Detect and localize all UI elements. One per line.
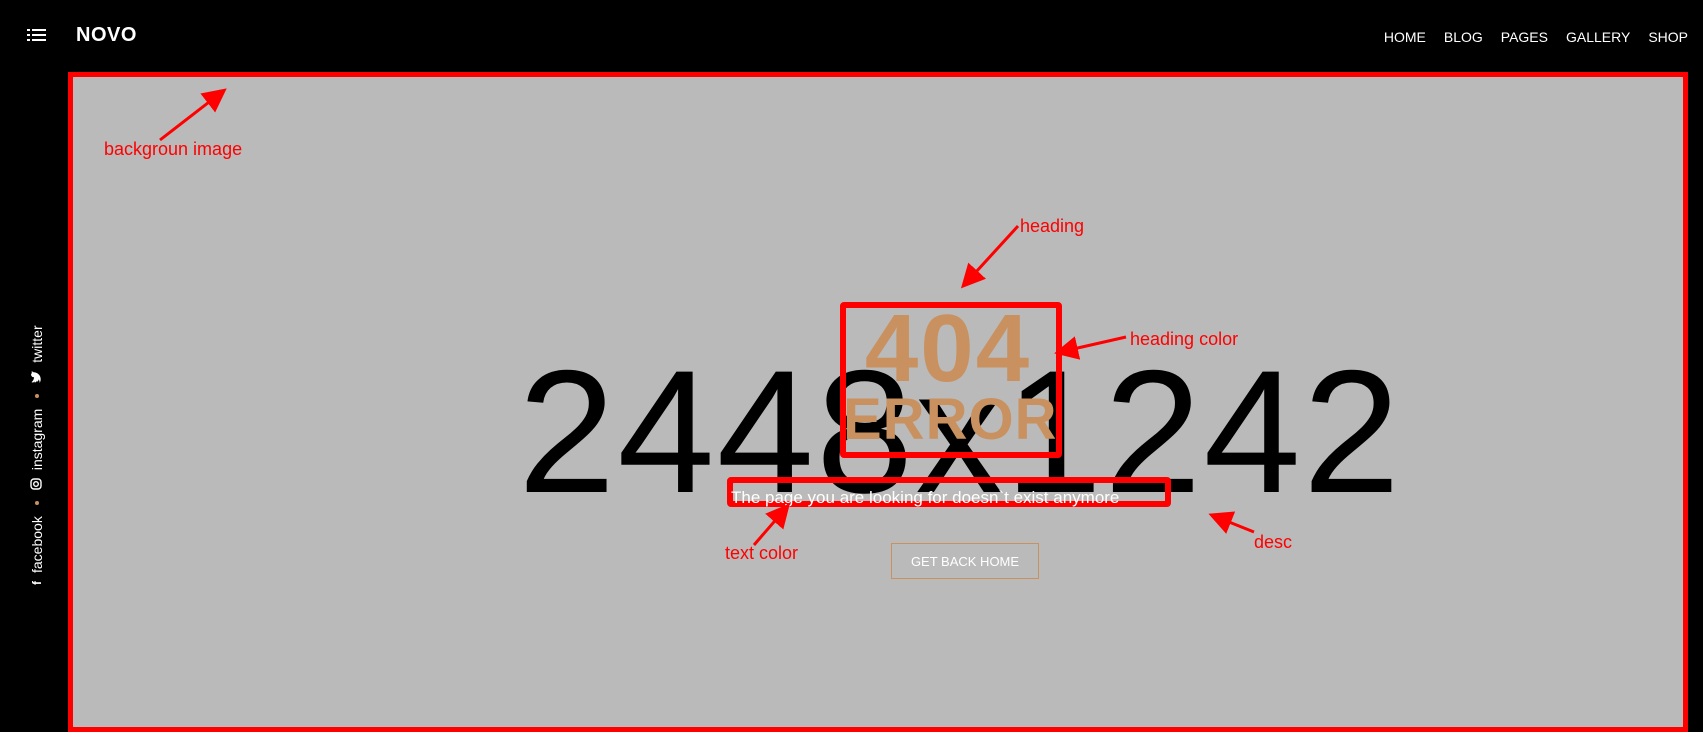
nav-item-label: HOME bbox=[1383, 29, 1426, 45]
separator-dot bbox=[35, 501, 39, 506]
facebook-link[interactable]: f facebook bbox=[29, 516, 45, 585]
logo[interactable]: NOVO bbox=[76, 24, 137, 47]
social-links: f facebook instagram twitter bbox=[29, 325, 45, 585]
twitter-link[interactable]: twitter bbox=[29, 325, 45, 383]
facebook-icon: f bbox=[30, 581, 44, 585]
nav-item-pages[interactable]: PAGES bbox=[1491, 28, 1558, 46]
error-heading: 404 ERROR bbox=[843, 295, 1058, 452]
instagram-link[interactable]: instagram bbox=[29, 409, 45, 490]
annotation-heading-color: heading color bbox=[1130, 329, 1239, 349]
heading-404: 404 bbox=[864, 295, 1032, 402]
annotation-text-color: text color bbox=[725, 543, 799, 563]
nav-item-label: SHOP bbox=[1648, 29, 1688, 45]
nav-item-gallery[interactable]: GALLERY bbox=[1557, 28, 1639, 46]
twitter-label: twitter bbox=[29, 325, 45, 363]
nav-item-label: GALLERY bbox=[1565, 29, 1631, 45]
facebook-label: facebook bbox=[29, 516, 45, 573]
instagram-icon bbox=[29, 478, 45, 490]
twitter-icon bbox=[30, 370, 44, 383]
annotation-desc: desc bbox=[1254, 532, 1293, 552]
nav-item-blog[interactable]: BLOG bbox=[1435, 28, 1492, 46]
nav-item-shop[interactable]: SHOP bbox=[1639, 28, 1697, 46]
get-back-home-button[interactable]: GET BACK HOME bbox=[891, 543, 1039, 579]
hero-background-image: 2448x1242 404 ERROR The page you are loo… bbox=[68, 72, 1688, 732]
social-sidebar: f facebook instagram twitter bbox=[0, 72, 68, 732]
error-description: The page you are looking for doesn`t exi… bbox=[731, 488, 1120, 507]
instagram-label: instagram bbox=[29, 408, 45, 471]
heading-error: ERROR bbox=[843, 387, 1058, 452]
separator-dot bbox=[35, 393, 39, 398]
main-nav: HOME BLOG PAGES GALLERY SHOP bbox=[1375, 28, 1697, 46]
nav-item-home[interactable]: HOME bbox=[1375, 28, 1435, 46]
annotation-heading: heading bbox=[1020, 216, 1085, 236]
nav-item-label: PAGES bbox=[1500, 29, 1548, 45]
nav-item-label: BLOG bbox=[1443, 29, 1483, 45]
hamburger-menu-icon[interactable] bbox=[27, 27, 49, 45]
top-bar: NOVO HOME BLOG PAGES GALLERY SHOP bbox=[0, 0, 1703, 72]
annotation-background-image: backgroun image bbox=[104, 139, 243, 159]
